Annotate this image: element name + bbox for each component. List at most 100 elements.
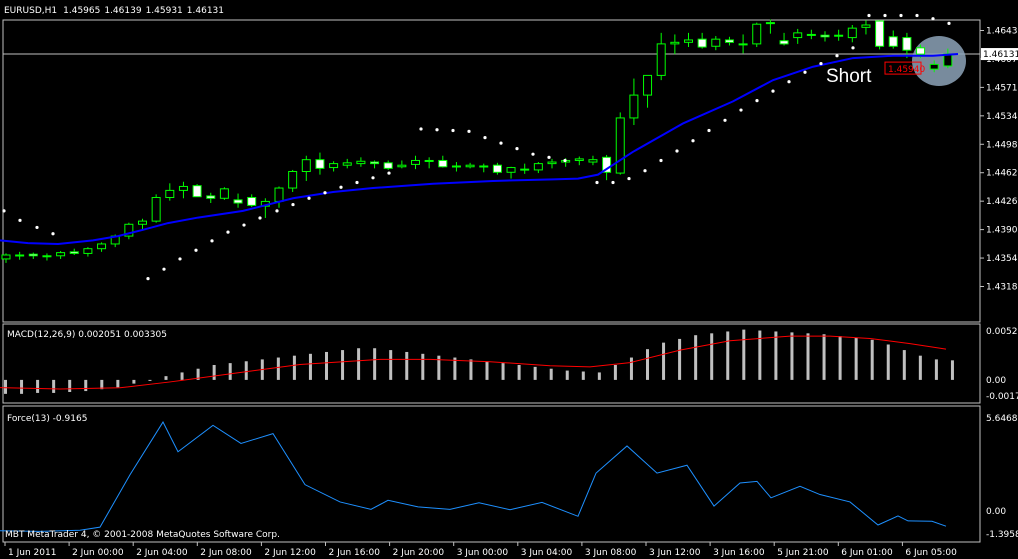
macd-bar[interactable] bbox=[950, 360, 954, 380]
candle-body[interactable] bbox=[547, 161, 557, 165]
candle-body[interactable] bbox=[151, 196, 161, 222]
macd-bar[interactable] bbox=[710, 333, 714, 380]
macd-bar[interactable] bbox=[822, 334, 826, 380]
candle-body[interactable] bbox=[438, 159, 448, 168]
candle-body[interactable] bbox=[301, 159, 311, 172]
macd-bar[interactable] bbox=[292, 355, 296, 380]
candle-body[interactable] bbox=[15, 254, 25, 257]
macd-bar[interactable] bbox=[870, 339, 874, 380]
macd-bar[interactable] bbox=[774, 331, 778, 380]
macd-bar[interactable] bbox=[806, 333, 810, 380]
candle-body[interactable] bbox=[83, 248, 93, 254]
macd-bar[interactable] bbox=[36, 379, 40, 393]
candle-body[interactable] bbox=[28, 253, 38, 257]
macd-bar[interactable] bbox=[20, 379, 24, 394]
candle-body[interactable] bbox=[793, 32, 803, 39]
macd-bar[interactable] bbox=[373, 348, 377, 380]
macd-bar[interactable] bbox=[244, 361, 248, 380]
candle-body[interactable] bbox=[765, 22, 775, 25]
candle-body[interactable] bbox=[684, 39, 693, 43]
candle-body[interactable] bbox=[929, 63, 939, 70]
macd-bar[interactable] bbox=[597, 372, 601, 380]
macd-bar[interactable] bbox=[68, 379, 72, 392]
macd-bar[interactable] bbox=[726, 331, 730, 380]
candle-body[interactable] bbox=[397, 164, 407, 168]
candle-body[interactable] bbox=[724, 39, 734, 43]
macd-bar[interactable] bbox=[164, 376, 168, 380]
macd-bar[interactable] bbox=[918, 355, 922, 380]
candle-body[interactable] bbox=[192, 185, 202, 198]
candle-body[interactable] bbox=[847, 27, 857, 39]
macd-bar[interactable] bbox=[934, 359, 938, 380]
candle-body[interactable] bbox=[806, 33, 816, 36]
macd-bar[interactable] bbox=[742, 329, 746, 380]
macd-bar[interactable] bbox=[469, 359, 473, 380]
candle-body[interactable] bbox=[670, 41, 680, 45]
candle-body[interactable] bbox=[533, 163, 543, 171]
candle-body[interactable] bbox=[861, 24, 871, 28]
candle-body[interactable] bbox=[69, 251, 79, 254]
candle-body[interactable] bbox=[643, 74, 653, 96]
candle-body[interactable] bbox=[356, 160, 366, 165]
macd-bar[interactable] bbox=[52, 379, 56, 393]
candle-body[interactable] bbox=[916, 47, 926, 55]
macd-bar[interactable] bbox=[485, 361, 489, 380]
candle-body[interactable] bbox=[411, 159, 420, 165]
macd-bar[interactable] bbox=[549, 368, 553, 380]
candle-body[interactable] bbox=[342, 162, 352, 166]
candle-body[interactable] bbox=[315, 159, 325, 169]
macd-bar[interactable] bbox=[629, 357, 633, 380]
candle-body[interactable] bbox=[288, 170, 298, 189]
candle-body[interactable] bbox=[274, 187, 284, 202]
candle-body[interactable] bbox=[206, 195, 216, 199]
macd-bar[interactable] bbox=[308, 353, 312, 380]
macd-bar[interactable] bbox=[148, 379, 152, 381]
price-panel[interactable]: 1.45940 bbox=[0, 13, 980, 281]
candle-body[interactable] bbox=[465, 164, 475, 168]
macd-bar[interactable] bbox=[646, 349, 649, 380]
macd-bar[interactable] bbox=[325, 351, 328, 380]
candle-body[interactable] bbox=[138, 220, 147, 225]
macd-bar[interactable] bbox=[662, 342, 666, 380]
macd-bar[interactable] bbox=[565, 370, 569, 380]
macd-bar[interactable] bbox=[854, 337, 858, 380]
candle-body[interactable] bbox=[520, 168, 530, 171]
macd-bar[interactable] bbox=[613, 364, 617, 380]
candle-body[interactable] bbox=[875, 20, 885, 47]
macd-bar[interactable] bbox=[180, 372, 184, 380]
macd-bar[interactable] bbox=[517, 364, 521, 380]
macd-bar[interactable] bbox=[84, 379, 88, 392]
candle-body[interactable] bbox=[451, 165, 461, 168]
candle-body[interactable] bbox=[492, 164, 502, 173]
candle-body[interactable] bbox=[165, 189, 175, 198]
macd-bar[interactable] bbox=[276, 357, 280, 380]
candle-body[interactable] bbox=[383, 162, 393, 169]
candle-body[interactable] bbox=[329, 163, 339, 169]
macd-bar[interactable] bbox=[405, 351, 409, 380]
candle-body[interactable] bbox=[574, 158, 584, 161]
candle-body[interactable] bbox=[752, 23, 762, 45]
candle-body[interactable] bbox=[424, 159, 434, 162]
force-panel[interactable] bbox=[0, 421, 947, 532]
macd-bar[interactable] bbox=[533, 366, 537, 380]
macd-bar[interactable] bbox=[694, 335, 698, 380]
candle-body[interactable] bbox=[615, 117, 625, 174]
candle-body[interactable] bbox=[1, 254, 11, 260]
macd-bar[interactable] bbox=[902, 350, 906, 380]
candle-body[interactable] bbox=[738, 43, 748, 46]
candle-body[interactable] bbox=[219, 188, 229, 199]
candle-body[interactable] bbox=[97, 243, 107, 250]
candle-body[interactable] bbox=[42, 255, 52, 258]
candle-body[interactable] bbox=[178, 185, 188, 191]
macd-bar[interactable] bbox=[341, 350, 345, 380]
macd-bar[interactable] bbox=[421, 353, 425, 380]
macd-bar[interactable] bbox=[357, 348, 361, 380]
candle-body[interactable] bbox=[656, 43, 666, 76]
candle-body[interactable] bbox=[588, 159, 598, 163]
candle-body[interactable] bbox=[629, 94, 639, 119]
candle-body[interactable] bbox=[779, 40, 789, 45]
macd-bar[interactable] bbox=[116, 379, 120, 388]
candle-body[interactable] bbox=[370, 161, 380, 165]
macd-bar[interactable] bbox=[389, 350, 393, 380]
macd-bar[interactable] bbox=[838, 336, 842, 380]
